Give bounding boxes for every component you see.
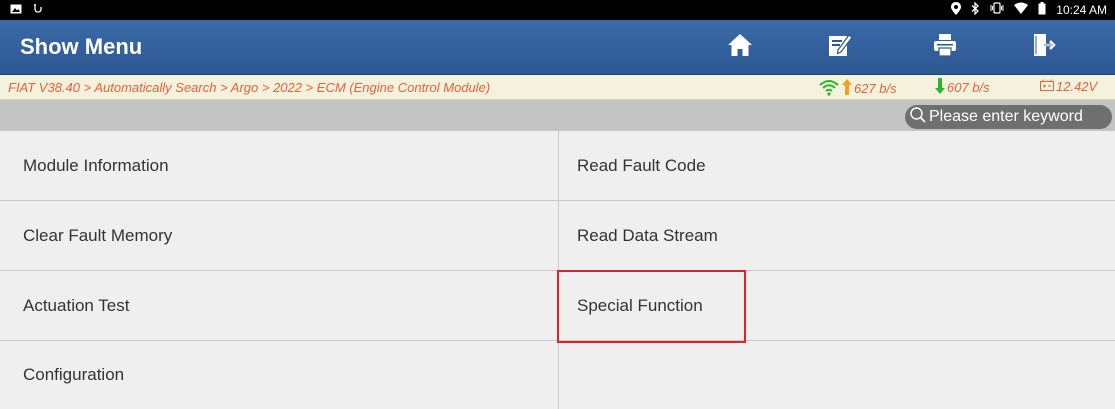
menu-item-label: Actuation Test (23, 295, 130, 315)
search-icon (909, 106, 927, 129)
menu-item-empty (559, 341, 1115, 409)
edit-icon (827, 32, 853, 63)
menu-item-label: Special Function (577, 295, 703, 315)
bluetooth-icon (971, 0, 980, 19)
menu-item-clear-fault-memory[interactable]: Clear Fault Memory (0, 201, 559, 271)
download-arrow-icon (935, 78, 945, 97)
voltage-value: 12.42V (1056, 79, 1098, 94)
menu-item-label: Configuration (23, 365, 125, 384)
menu-item-label: Read Data Stream (577, 225, 718, 245)
search-box[interactable] (905, 105, 1112, 129)
menu-grid: Module Information Read Fault Code Clear… (0, 131, 1115, 409)
menu-item-label: Clear Fault Memory (23, 225, 173, 245)
wifi-icon (1014, 2, 1029, 18)
voltage-readout: 12.42V (1040, 79, 1097, 94)
home-button[interactable] (700, 25, 780, 69)
usb-debug-icon (32, 3, 44, 19)
vibrate-icon (990, 2, 1004, 18)
upload-arrow-icon (842, 79, 852, 98)
menu-item-read-fault-code[interactable]: Read Fault Code (559, 131, 1115, 201)
menu-item-label: Module Information (23, 155, 169, 175)
download-speed-value: 607 b/s (947, 80, 990, 95)
menu-item-read-data-stream[interactable]: Read Data Stream (559, 201, 1115, 271)
search-input[interactable] (929, 108, 1111, 126)
title-bar: Show Menu (0, 20, 1115, 75)
exit-icon (1030, 32, 1056, 63)
battery-voltage-icon (1040, 79, 1054, 94)
menu-item-actuation-test[interactable]: Actuation Test (0, 271, 559, 341)
edit-button[interactable] (800, 25, 880, 69)
search-bar (0, 100, 1115, 131)
upload-speed: 627 b/s (818, 78, 897, 99)
home-icon (727, 32, 753, 63)
menu-item-special-function[interactable]: Special Function (559, 271, 1115, 341)
image-icon (10, 3, 22, 19)
printer-icon (932, 32, 958, 63)
upload-speed-value: 627 b/s (854, 81, 897, 96)
wifi-signal-icon (818, 78, 840, 99)
menu-item-module-information[interactable]: Module Information (0, 131, 559, 201)
menu-item-label: Read Fault Code (577, 155, 706, 175)
status-bar: 10:24 AM (0, 0, 1115, 20)
battery-icon (1038, 1, 1046, 19)
breadcrumb-bar: FIAT V38.40 > Automatically Search > Arg… (0, 75, 1115, 100)
print-button[interactable] (905, 25, 985, 69)
page-title: Show Menu (20, 34, 143, 59)
location-icon (951, 1, 962, 19)
breadcrumb: FIAT V38.40 > Automatically Search > Arg… (8, 80, 491, 95)
download-speed: 607 b/s (935, 78, 990, 97)
exit-button[interactable] (1003, 25, 1083, 69)
clock: 10:24 AM (1056, 3, 1107, 17)
menu-item-configuration[interactable]: Configuration (0, 341, 559, 409)
